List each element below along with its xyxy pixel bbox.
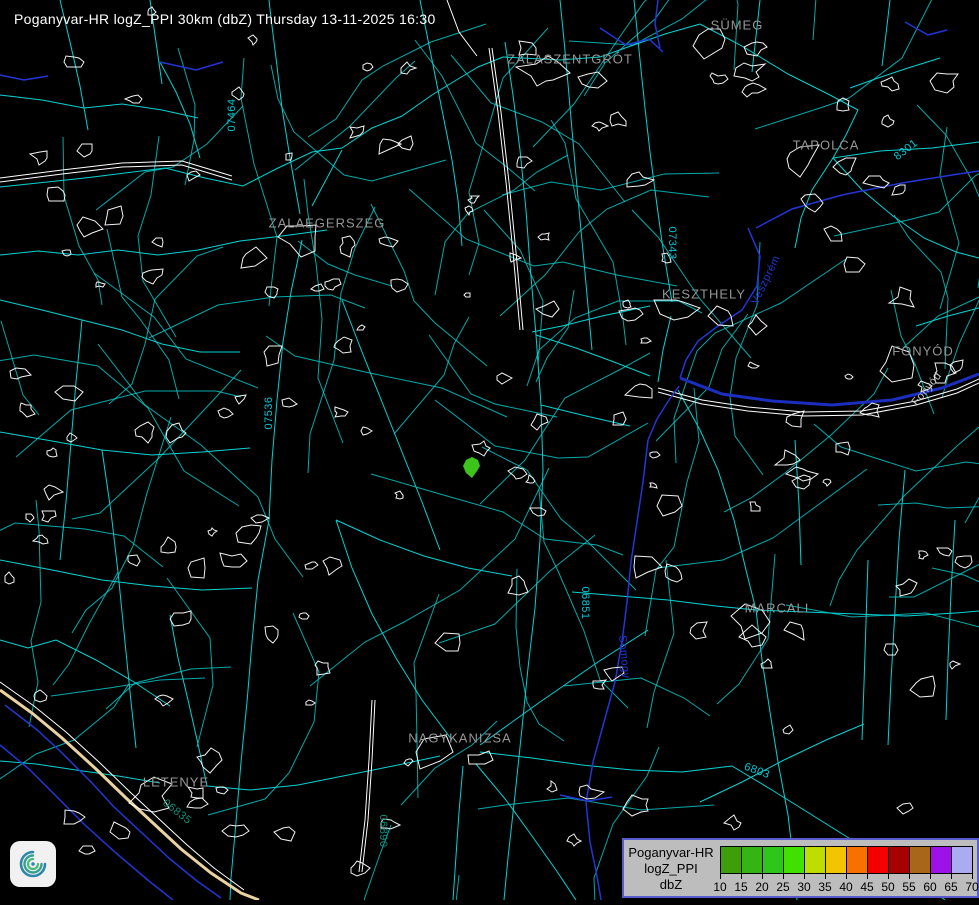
city-label-marcali: MARCALI [745, 601, 810, 616]
legend-panel: Poganyvar-HR logZ_PPI dbZ 10152025303540… [622, 838, 979, 898]
radar-title: Poganyvar-HR logZ_PPI 30km (dbZ) Thursda… [14, 11, 436, 27]
legend-swatch-55 [909, 846, 931, 874]
city-label-fony-d: FONYÓD [892, 344, 954, 359]
legend-tick-label: 65 [941, 880, 961, 894]
legend-swatch-65 [951, 846, 973, 874]
road-label-06890: 06890 [377, 814, 389, 847]
legend-swatch-10 [720, 846, 742, 874]
legend-tick [825, 874, 826, 879]
station-logo [10, 841, 56, 887]
legend-unit: dbZ [624, 877, 718, 893]
legend-tick-label: 70 [962, 880, 979, 894]
legend-tick-label: 35 [815, 880, 835, 894]
legend-swatch-50 [888, 846, 910, 874]
legend-tick-label: 50 [878, 880, 898, 894]
legend-swatch-35 [825, 846, 847, 874]
legend-tick-label: 15 [731, 880, 751, 894]
city-label-s-meg: SÜMEG [711, 18, 764, 33]
legend-tick-label: 60 [920, 880, 940, 894]
legend-swatch-30 [804, 846, 826, 874]
road-label-07464: 07464 [226, 98, 238, 131]
city-label-nagykanizsa: NAGYKANIZSA [408, 731, 511, 746]
legend-tick-label: 40 [836, 880, 856, 894]
legend-tick-label: 20 [752, 880, 772, 894]
legend-swatch-40 [846, 846, 868, 874]
legend-tick-label: 25 [773, 880, 793, 894]
legend-tick [846, 874, 847, 879]
legend-swatch-20 [762, 846, 784, 874]
legend-tick [720, 874, 721, 879]
legend-tick-label: 10 [710, 880, 730, 894]
legend-tick [804, 874, 805, 879]
legend-tick [762, 874, 763, 879]
minor-roads-layer [0, 0, 979, 900]
legend-swatch-60 [930, 846, 952, 874]
legend-tick [972, 874, 973, 879]
city-label-letenye: LETENYE [143, 775, 209, 790]
legend-product-name: logZ_PPI [624, 861, 718, 877]
city-label-zalaegerszeg: ZALAEGERSZEG [269, 216, 386, 231]
legend-tick-label: 45 [857, 880, 877, 894]
road-label-07536: 07536 [263, 396, 275, 429]
legend-colorbar: 10152025303540455055606570 [720, 840, 976, 896]
road-label-06851: 06851 [579, 586, 591, 619]
legend-tick [888, 874, 889, 879]
legend-tick [930, 874, 931, 879]
legend-tick [909, 874, 910, 879]
city-label-tapolca: TAPOLCA [793, 138, 860, 153]
legend-tick [783, 874, 784, 879]
legend-swatch-25 [783, 846, 805, 874]
city-label-keszthely: KESZTHELY [662, 287, 746, 302]
road-label-07343: 07343 [666, 226, 678, 259]
legend-swatch-15 [741, 846, 763, 874]
legend-tick [867, 874, 868, 879]
legend-tick-label: 30 [794, 880, 814, 894]
radar-map-canvas [0, 0, 979, 900]
radar-echo-layer [463, 457, 480, 478]
legend-tick [951, 874, 952, 879]
radar-echo [463, 457, 480, 478]
spiral-radar-icon [15, 846, 51, 882]
legend-station-name: Poganyvar-HR [624, 845, 718, 861]
legend-tick [741, 874, 742, 879]
legend-tick-label: 55 [899, 880, 919, 894]
legend-text: Poganyvar-HR logZ_PPI dbZ [624, 840, 718, 896]
main-roads-layer [0, 0, 979, 900]
city-label-zalaszentgr-t: ZALASZENTGRÓT [507, 52, 633, 67]
legend-swatch-45 [867, 846, 889, 874]
